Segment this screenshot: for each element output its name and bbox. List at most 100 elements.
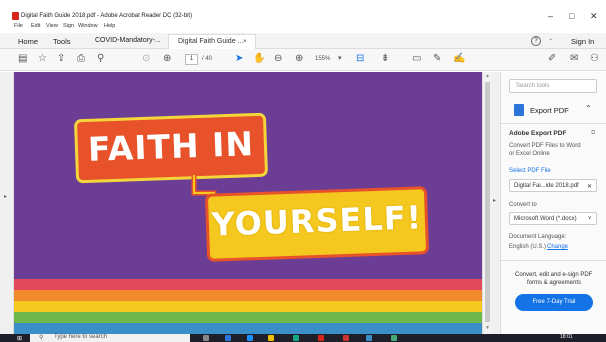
taskbar-search-box[interactable]: ⚲ Type here to search [30,334,190,342]
scroll-up-icon[interactable]: ▲ [485,73,490,79]
menu-sign[interactable]: Sign [63,23,74,29]
banner-text-faith-in: FAITH IN [87,124,255,169]
zoom-level-select[interactable]: 155% [315,56,330,62]
title-bar: Digital Faith Guide 2018.pdf - Adobe Acr… [0,0,606,23]
menu-window[interactable]: Window [78,23,98,29]
menu-view[interactable]: View [46,23,58,29]
scroll-mode-icon[interactable]: ⇟ [381,53,389,65]
stripe-orange [14,290,482,301]
scrollbar-thumb[interactable] [485,82,490,322]
close-button[interactable]: ✕ [590,11,598,22]
acrobat-taskbar-icon[interactable] [318,335,324,341]
toolbar: ▤ ☆ ⇪ ⎙ ⚲ ⊙ ⊕ 1 / 40 ➤ ✋ ⊖ ⊕ 155% ▾ ⊟ ⇟ … [0,49,606,71]
task-view-icon[interactable] [203,335,209,341]
page-down-icon[interactable]: ⊕ [163,53,171,65]
panel-collapse-strip[interactable]: ▸ [492,72,500,334]
rainbow-stripes [14,279,482,334]
selected-file-field[interactable]: Digital Fai...ide 2018.pdf ✕ [509,179,597,192]
convert-to-label: Convert to [509,202,537,208]
email-icon[interactable]: ✉ [570,53,578,65]
export-pdf-header[interactable]: Export PDF ⌃ [501,100,606,122]
fill-sign-icon[interactable]: ✐ [548,53,556,65]
file-explorer-icon[interactable] [268,335,274,341]
tab-covid-doc[interactable]: COVID-Mandatory-... [95,37,161,44]
free-trial-button[interactable]: Free 7-Day Trial [515,294,593,311]
share-icon[interactable]: ⇪ [57,53,65,65]
stripe-green [14,312,482,323]
sign-in-button[interactable]: Sign In [571,37,594,46]
promo-line2: forms & agreements [527,280,582,286]
divider [501,260,606,261]
zoom-in-icon[interactable]: ⊕ [295,53,303,65]
search-icon[interactable]: ⚲ [97,53,104,65]
window-title: Digital Faith Guide 2018.pdf - Adobe Acr… [21,13,193,19]
minimize-button[interactable]: – [548,11,553,21]
windows-start-icon[interactable]: ⊞ [17,335,22,342]
menu-bar: File Edit View Sign Window Help [0,23,606,33]
select-cursor-icon[interactable]: ➤ [235,53,243,65]
copy-icon[interactable]: ⧉ [591,130,595,137]
stripe-blue [14,323,482,334]
page-number-input[interactable]: 1 [185,54,198,65]
comment-icon[interactable]: ▭ [412,53,421,65]
save-icon[interactable]: ▤ [18,53,27,65]
tab-bar: Home Tools COVID-Mandatory-... Digital F… [0,33,606,49]
format-select-value: Microsoft Word (*.docx) [514,216,577,222]
help-icon[interactable]: ? [531,36,541,46]
tab-digital-faith-guide[interactable]: Digital Faith Guide ... × [168,34,256,49]
scroll-down-icon[interactable]: ▼ [485,325,490,331]
export-pdf-icon [514,104,524,116]
export-pdf-title: Export PDF [530,106,569,115]
format-chevron-down-icon: ˅ [588,216,592,222]
zoom-out-icon[interactable]: ⊖ [274,53,282,65]
clear-file-icon[interactable]: ✕ [587,183,592,190]
collapse-right-panel-icon[interactable]: ▸ [493,197,496,204]
taskbar-app-icon[interactable] [225,335,231,341]
maximize-button[interactable]: □ [569,11,574,21]
menu-file[interactable]: File [14,23,23,29]
tab-doc-label: Digital Faith Guide ... [178,38,244,45]
tab-tools[interactable]: Tools [53,37,71,46]
search-tools-input[interactable]: Search tools [509,79,597,93]
zoom-dropdown-chevron-icon[interactable]: ▾ [338,53,342,65]
tab-home[interactable]: Home [18,37,38,46]
stripe-yellow [14,301,482,312]
document-language-label: Document Language: [509,234,567,240]
faith-in-banner: FAITH IN [77,115,265,181]
fit-page-icon[interactable]: ⊟ [356,53,364,65]
collapse-chevron-icon[interactable]: ⌃ [585,104,592,113]
adobe-export-heading: Adobe Export PDF [509,130,567,137]
print-icon[interactable]: ⎙ [77,53,85,65]
edge-browser-icon[interactable] [247,335,253,341]
bookmark-star-icon[interactable]: ☆ [38,53,47,65]
taskbar-app-icon-4[interactable] [391,335,397,341]
format-select[interactable]: Microsoft Word (*.docx) ˅ [509,212,597,225]
export-desc-line1: Convert PDF Files to Word [509,143,581,149]
menu-edit[interactable]: Edit [31,23,40,29]
search-tools-placeholder: Search tools [516,83,550,89]
document-page[interactable]: FAITH IN YOURSELF! [14,72,482,334]
yourself-banner: YOURSELF! [207,189,427,259]
document-scrollbar[interactable]: ▲ ▼ [482,72,492,334]
taskbar-app-icon-2[interactable] [293,335,299,341]
chrome-icon[interactable] [366,335,372,341]
tab-close-icon[interactable]: × [243,39,247,45]
bell-icon[interactable]: ◔ [548,37,552,44]
sign-pen-icon[interactable]: ✍ [453,53,465,65]
taskbar-app-icon-3[interactable] [343,335,349,341]
tools-pane: Search tools Export PDF ⌃ Adobe Export P… [500,72,606,334]
divider [501,123,606,124]
page-total: / 40 [202,56,213,62]
acrobat-window: Digital Faith Guide 2018.pdf - Adobe Acr… [0,0,606,342]
acrobat-app-icon [12,12,19,20]
highlight-pen-icon[interactable]: ✎ [433,53,441,65]
share-user-icon[interactable]: ⚇ [590,53,599,65]
menu-help[interactable]: Help [104,23,115,29]
expand-left-panel-icon[interactable]: ▸ [4,193,7,200]
page-up-icon[interactable]: ⊙ [142,53,150,65]
left-nav-strip[interactable]: ▸ [0,72,14,334]
hand-tool-icon[interactable]: ✋ [253,53,265,65]
change-language-link[interactable]: Change [547,244,568,250]
windows-taskbar: ⊞ ⚲ Type here to search 18:01 [0,334,606,342]
select-pdf-file-link[interactable]: Select PDF File [509,168,551,174]
